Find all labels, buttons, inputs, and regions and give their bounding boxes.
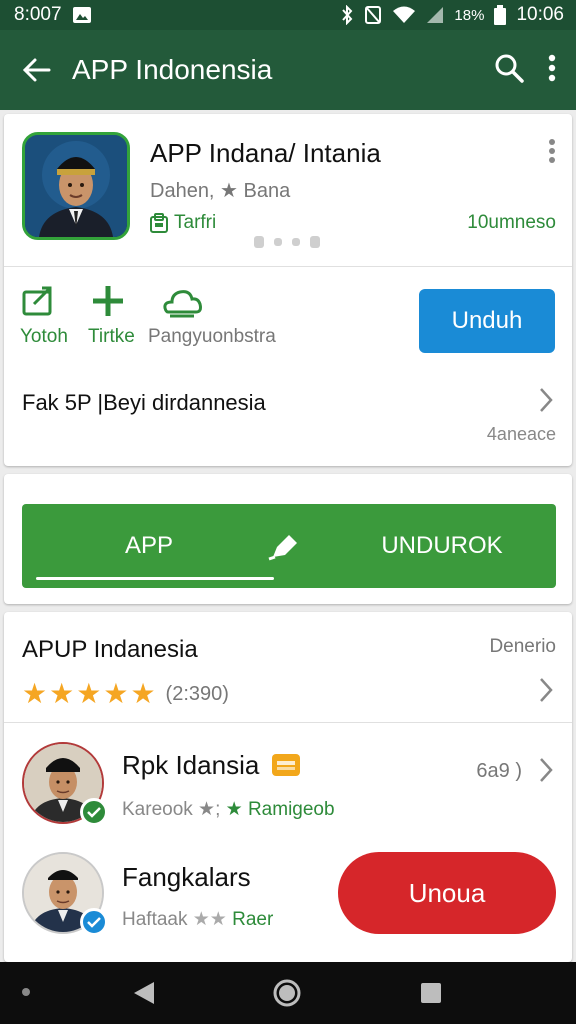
more-vert-icon xyxy=(548,54,556,81)
arrow-back-icon xyxy=(22,58,51,82)
nav-home-button[interactable] xyxy=(272,978,302,1013)
back-button[interactable] xyxy=(0,57,72,83)
image-notification-icon xyxy=(72,6,92,24)
star-icon: ★ xyxy=(76,678,102,709)
home-circle-icon xyxy=(273,979,301,1007)
folder-icon xyxy=(271,754,300,776)
list-item-open-button[interactable] xyxy=(538,756,554,789)
list-item-meta: 6a9 ) xyxy=(476,760,522,782)
app-header-card: APP Indana/ Intania Dahen, ★ Bana Tarfri… xyxy=(4,114,572,466)
rating-count: (2:390) xyxy=(165,682,229,705)
description-sub: 4aneace xyxy=(486,424,556,444)
tab-indicator xyxy=(36,577,274,580)
wifi-icon xyxy=(392,6,416,24)
star-icon: ★★ xyxy=(192,909,227,930)
section-link[interactable]: Denerio xyxy=(489,636,556,658)
action-add[interactable]: Tirtke xyxy=(88,284,135,348)
nav-back-button[interactable] xyxy=(132,980,156,1011)
tab-edit[interactable] xyxy=(254,504,314,588)
chevron-right-icon xyxy=(540,758,553,782)
action-cloud[interactable]: Pangyuonbstra xyxy=(148,284,276,348)
avatar[interactable] xyxy=(22,742,108,826)
battery-icon xyxy=(494,5,507,25)
action-share-label: Yotoh xyxy=(20,326,68,347)
action-share[interactable]: Yotoh xyxy=(20,284,68,348)
app-icon xyxy=(22,132,130,240)
cloud-icon xyxy=(163,290,202,318)
star-icon: ★ xyxy=(103,678,129,709)
app-bar: APP Indonensia xyxy=(0,30,576,110)
list-item-sub-a: Haftaak xyxy=(122,909,188,930)
download-button-red[interactable]: Unoua xyxy=(338,852,556,934)
description-expand-button[interactable] xyxy=(538,386,554,419)
nav-recents-button[interactable] xyxy=(420,982,442,1009)
search-button[interactable] xyxy=(494,53,524,88)
page-indicator xyxy=(254,236,320,248)
chevron-right-icon xyxy=(540,678,553,702)
section-title: APUP Indanesia xyxy=(22,636,198,663)
search-icon xyxy=(495,54,524,83)
navigation-bar xyxy=(0,962,576,1024)
rating-expand-button[interactable] xyxy=(538,676,554,709)
plus-icon xyxy=(93,286,123,316)
app-more-button[interactable] xyxy=(548,138,556,169)
list-item-title: Rpk Idansia xyxy=(122,750,301,781)
status-time-right: 10:06 xyxy=(516,4,564,25)
tab-app-label: APP xyxy=(124,532,174,559)
share-icon xyxy=(22,286,52,316)
list-item-name: Fangkalars xyxy=(122,862,251,892)
description-title: Fak 5P |Beyi dirdannesia xyxy=(22,390,266,415)
app-bar-title: APP Indonensia xyxy=(72,54,273,85)
app-developer: Dahen, ★ Bana xyxy=(150,180,291,202)
rating: ★ ★ ★ ★ ★ (2:390) xyxy=(22,680,229,708)
verified-check-icon xyxy=(80,798,108,826)
tag-icon xyxy=(150,213,168,233)
action-cloud-label: Pangyuonbstra xyxy=(148,326,276,347)
tab-undurok[interactable]: UNDUROK xyxy=(342,504,542,588)
app-tag: Tarfri xyxy=(150,212,216,234)
tab-bar: APP UNDUROK xyxy=(22,504,556,588)
divider xyxy=(4,722,572,723)
status-time-left: 8:007 xyxy=(14,4,62,25)
overflow-menu-button[interactable] xyxy=(548,54,556,87)
app-name: APP Indana/ Intania xyxy=(150,138,381,168)
app-download-count: 10umneso xyxy=(467,212,556,233)
tab-card: APP UNDUROK xyxy=(4,474,572,604)
list-item-subtitle: Haftaak ★★ Raer xyxy=(122,908,273,931)
app-tag-label: Tarfri xyxy=(174,212,217,233)
verified-check-icon xyxy=(80,908,108,936)
list-item-sub-a: Kareook ★; xyxy=(122,799,221,820)
chevron-right-icon xyxy=(540,388,553,412)
star-icon: ★ xyxy=(49,678,75,709)
avatar[interactable] xyxy=(22,852,108,936)
battery-percent: 18% xyxy=(454,6,485,24)
list-item-subtitle: Kareook ★; ★ Ramigeob xyxy=(122,798,335,821)
download-button[interactable]: Unduh xyxy=(419,289,555,353)
star-icon: ★ xyxy=(22,678,48,709)
star-icon: ★ xyxy=(130,678,156,709)
action-add-label: Tirtke xyxy=(88,326,135,347)
list-item-sub-b: ★ Ramigeob xyxy=(225,799,335,820)
list-item-sub-b: Raer xyxy=(232,909,274,930)
apps-list-card: APUP Indanesia Denerio ★ ★ ★ ★ ★ (2:390) xyxy=(4,612,572,962)
list-item-name: Rpk Idansia xyxy=(122,750,260,780)
pen-icon xyxy=(268,535,297,561)
status-bar: 8:007 18% 10:06 xyxy=(0,0,576,30)
no-sim-icon xyxy=(364,5,382,25)
back-triangle-icon xyxy=(134,982,154,1004)
dot-indicator xyxy=(22,988,30,996)
tab-undurok-label: UNDUROK xyxy=(381,532,503,559)
tab-app[interactable]: APP xyxy=(22,504,276,588)
divider xyxy=(4,266,572,267)
recents-square-icon xyxy=(421,983,441,1003)
signal-icon xyxy=(426,6,444,24)
bluetooth-icon xyxy=(340,5,354,25)
more-vert-icon xyxy=(549,139,555,163)
